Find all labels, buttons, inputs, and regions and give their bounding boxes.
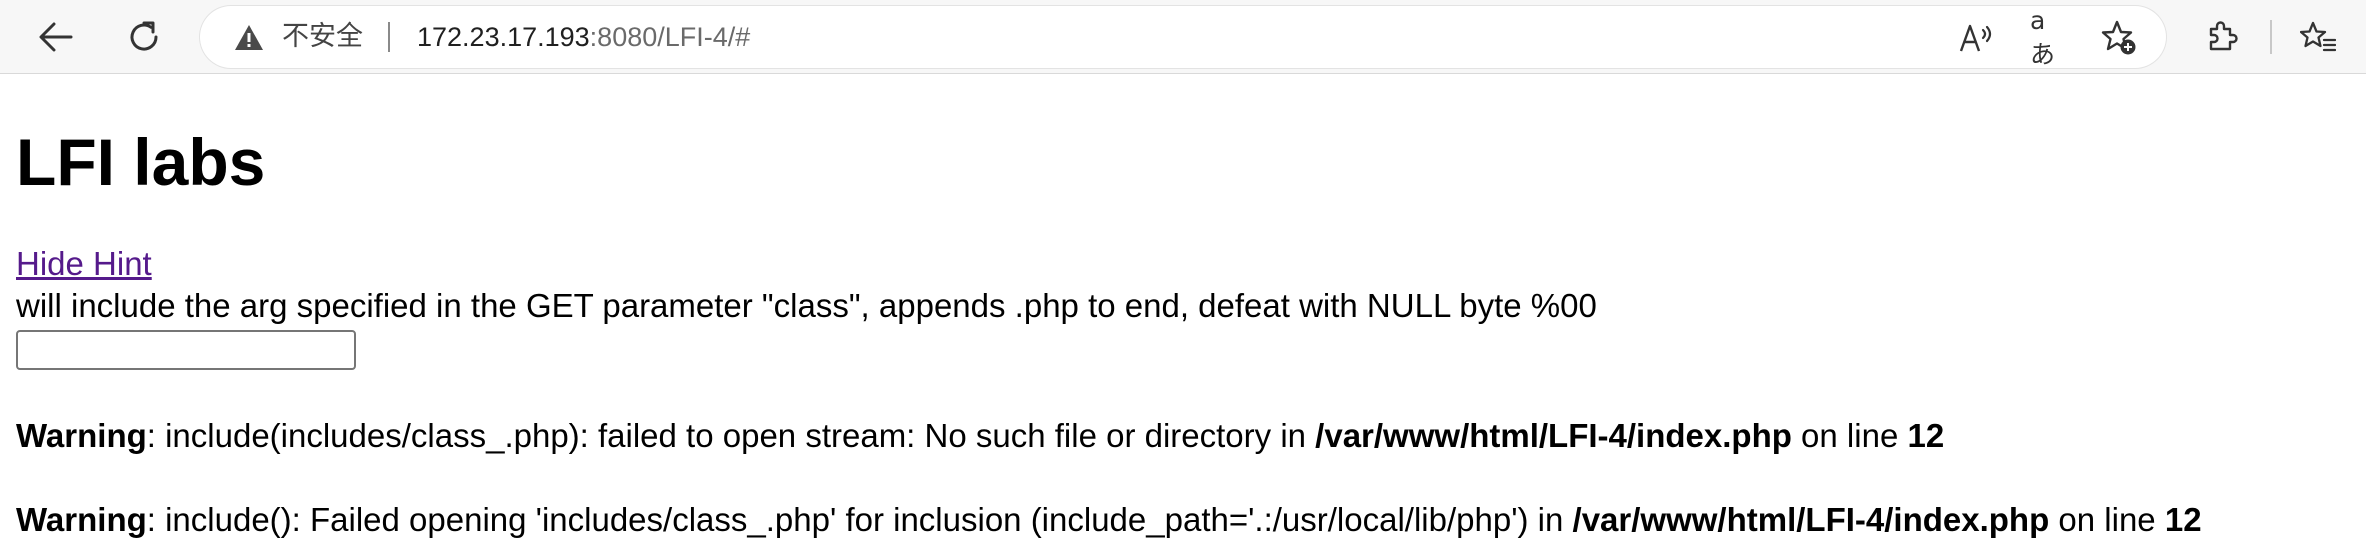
extensions-button[interactable] <box>2196 11 2248 63</box>
page-title: LFI labs <box>16 125 266 199</box>
translate-icon: aあ <box>2030 5 2056 69</box>
security-status-label[interactable]: 不安全 <box>282 19 363 55</box>
url-text[interactable]: 172.23.17.193:8080/LFI-4/# <box>417 19 750 55</box>
warning-triangle-icon <box>235 25 263 50</box>
url-path: :8080/LFI-4/# <box>589 22 751 52</box>
refresh-icon <box>130 21 158 51</box>
puzzle-icon <box>2209 21 2238 51</box>
warning-label: Warning <box>16 501 147 538</box>
warning-on-line: on line <box>1791 417 1908 454</box>
warning-line-number: 12 <box>1907 417 1945 454</box>
url-host: 172.23.17.193 <box>417 22 590 52</box>
read-aloud-button[interactable] <box>1958 19 1996 57</box>
toolbar-divider <box>2270 20 2272 54</box>
hide-hint-link[interactable]: Hide Hint <box>16 244 152 284</box>
warning-file: /var/www/html/LFI-4/index.php <box>1315 417 1792 454</box>
refresh-button[interactable] <box>118 11 170 63</box>
warning-message: : include(includes/class_.php): failed t… <box>146 417 1316 454</box>
class-parameter-input[interactable] <box>16 330 356 370</box>
add-favorite-button[interactable] <box>2100 19 2138 57</box>
favorites-button[interactable] <box>2292 11 2344 63</box>
warning-file: /var/www/html/LFI-4/index.php <box>1572 501 2050 538</box>
back-arrow-icon <box>39 22 73 52</box>
favorites-list-icon <box>2300 21 2336 52</box>
translate-button[interactable]: aあ <box>2030 6 2068 69</box>
warning-line-number: 12 <box>2164 501 2202 538</box>
star-add-icon <box>2101 20 2136 55</box>
warning-message: : include(): Failed opening 'includes/cl… <box>146 501 1573 538</box>
php-warning: Warning: include(): Failed opening 'incl… <box>16 500 2202 540</box>
back-button[interactable] <box>30 11 82 63</box>
address-bar-divider <box>388 22 390 52</box>
hint-text: will include the arg specified in the GE… <box>16 287 1597 324</box>
browser-toolbar: 不安全 172.23.17.193:8080/LFI-4/# aあ <box>0 0 2366 74</box>
warning-label: Warning <box>16 417 147 454</box>
php-warning: Warning: include(includes/class_.php): f… <box>16 416 1944 456</box>
warning-on-line: on line <box>2049 501 2165 538</box>
read-aloud-icon <box>1959 24 1992 52</box>
address-bar[interactable]: 不安全 172.23.17.193:8080/LFI-4/# aあ <box>200 6 2166 69</box>
